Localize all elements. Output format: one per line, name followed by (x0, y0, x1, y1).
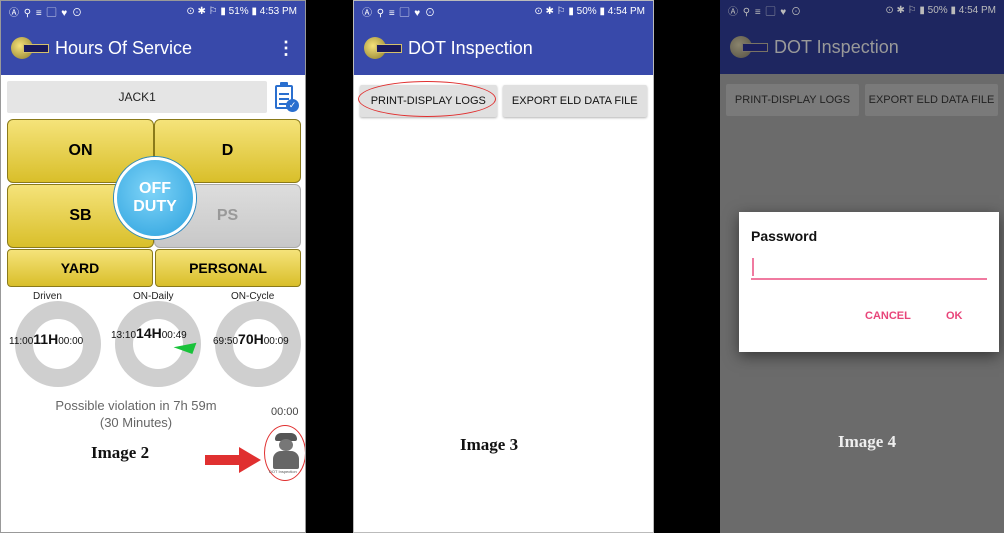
text-cursor (752, 258, 754, 276)
status-icons-right: ⊙ ✱ ⚐ ▮ 50% ▮ 4:54 PM (885, 4, 996, 16)
status-bar: Ⓐ ⚲ ≡ ▢ ♥ ⊙ ⊙ ✱ ⚐ ▮ 50% ▮ 4:54 PM (720, 0, 1004, 20)
hours-of-service-screen: Ⓐ ⚲ ≡ ▢ ♥ ⊙ ⊙ ✱ ⚐ ▮ 51% ▮ 4:53 PM Hours … (0, 0, 306, 533)
dot-inspection-password-screen: Ⓐ ⚲ ≡ ▢ ♥ ⊙ ⊙ ✱ ⚐ ▮ 50% ▮ 4:54 PM DOT In… (720, 0, 1004, 533)
status-icons-left: Ⓐ ⚲ ≡ ▢ ♥ ⊙ (362, 7, 436, 19)
export-eld-data-file-button[interactable]: EXPORT ELD DATA FILE (502, 85, 647, 117)
driven-readout: 11:0011H00:00 (9, 331, 84, 347)
print-display-logs-button[interactable]: PRINT-DISPLAY LOGS (726, 84, 859, 116)
app-logo (730, 36, 768, 58)
off-duty-line1: OFF (139, 180, 171, 197)
app-logo (11, 37, 49, 59)
dot-inspection-screen: Ⓐ ⚲ ≡ ▢ ♥ ⊙ ⊙ ✱ ⚐ ▮ 50% ▮ 4:54 PM DOT In… (353, 0, 654, 533)
dot-icon-label: DOT Inspection (269, 469, 297, 474)
password-dialog: Password CANCEL OK (739, 212, 999, 352)
overflow-menu-icon[interactable]: ⋮ (277, 38, 295, 59)
status-icons-left: Ⓐ ⚲ ≡ ▢ ♥ ⊙ (9, 7, 83, 19)
app-title: Hours Of Service (55, 37, 193, 58)
clipboard-check-icon[interactable]: ✓ (273, 82, 299, 112)
violation-warning: Possible violation in 7h 59m (30 Minutes… (55, 398, 217, 430)
annotation-ellipse (358, 81, 496, 117)
app-bar: DOT Inspection (720, 20, 1004, 74)
personal-button[interactable]: PERSONAL (155, 249, 301, 287)
violation-timer: 00:00 (271, 406, 299, 418)
on-cycle-readout: 69:5070H00:09 (213, 331, 289, 347)
yard-button[interactable]: YARD (7, 249, 153, 287)
app-title: DOT Inspection (408, 37, 533, 58)
app-bar: Hours Of Service ⋮ (1, 21, 305, 75)
app-logo (364, 37, 402, 59)
status-bar: Ⓐ ⚲ ≡ ▢ ♥ ⊙ ⊙ ✱ ⚐ ▮ 51% ▮ 4:53 PM (1, 1, 305, 21)
off-duty-line2: DUTY (133, 198, 177, 215)
status-icons-left: Ⓐ ⚲ ≡ ▢ ♥ ⊙ (728, 6, 802, 18)
dot-inspection-officer-icon[interactable]: DOT Inspection (269, 433, 301, 474)
on-daily-readout: 13:1014H00:49 (111, 325, 187, 341)
cancel-button[interactable]: CANCEL (865, 310, 911, 322)
driver-selector[interactable]: JACK1 (7, 81, 268, 113)
red-arrow-icon (205, 447, 261, 473)
status-icons-right: ⊙ ✱ ⚐ ▮ 50% ▮ 4:54 PM (534, 5, 645, 17)
caption-image-4: Image 4 (838, 432, 897, 451)
status-icons-right: ⊙ ✱ ⚐ ▮ 51% ▮ 4:53 PM (186, 5, 297, 17)
status-bar: Ⓐ ⚲ ≡ ▢ ♥ ⊙ ⊙ ✱ ⚐ ▮ 50% ▮ 4:54 PM (354, 1, 653, 21)
dialog-title: Password (751, 228, 818, 244)
off-duty-status-button[interactable]: OFF DUTY (114, 157, 196, 239)
separator-2 (654, 0, 720, 533)
caption-image-3: Image 3 (460, 435, 519, 454)
app-title: DOT Inspection (774, 36, 899, 57)
caption-image-2: Image 2 (91, 443, 150, 462)
password-input[interactable] (751, 256, 987, 280)
separator-1 (306, 0, 353, 533)
ok-button[interactable]: OK (946, 310, 963, 322)
app-bar: DOT Inspection (354, 21, 653, 75)
export-eld-data-file-button[interactable]: EXPORT ELD DATA FILE (865, 84, 998, 116)
